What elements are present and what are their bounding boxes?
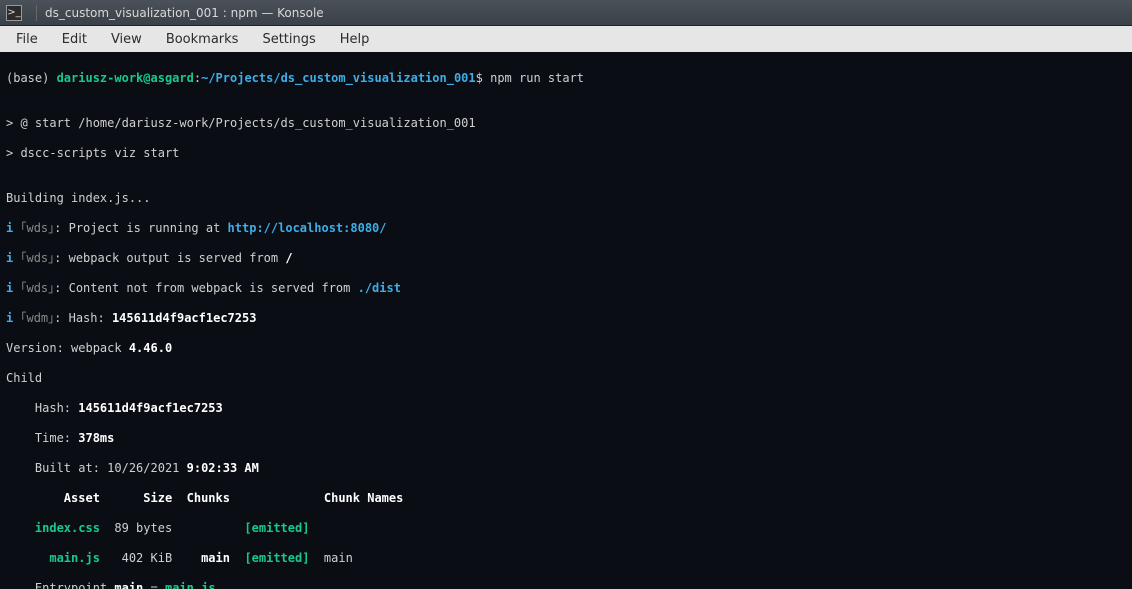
hash-line: i ｢wdm｣: Hash: 145611d4f9acf1ec7253: [6, 311, 1126, 326]
asset-row: index.css 89 bytes [emitted]: [6, 521, 1126, 536]
child-hash-line: Hash: 145611d4f9acf1ec7253: [6, 401, 1126, 416]
built-at-line: Built at: 10/26/2021 9:02:33 AM: [6, 461, 1126, 476]
asset-row: main.js 402 KiB main [emitted] main: [6, 551, 1126, 566]
prompt-line: (base) dariusz-work@asgard:~/Projects/ds…: [6, 71, 1126, 86]
menu-edit[interactable]: Edit: [50, 28, 99, 51]
menu-bar: File Edit View Bookmarks Settings Help: [0, 26, 1132, 52]
app-icon: >_: [6, 5, 22, 21]
window-title: ds_custom_visualization_001 : npm — Kons…: [45, 6, 324, 20]
menu-file[interactable]: File: [4, 28, 50, 51]
version-line: Version: webpack 4.46.0: [6, 341, 1126, 356]
building-line: Building index.js...: [6, 191, 1126, 206]
child-line: Child: [6, 371, 1126, 386]
menu-settings[interactable]: Settings: [250, 28, 327, 51]
terminal-output[interactable]: (base) dariusz-work@asgard:~/Projects/ds…: [0, 52, 1132, 589]
wds-line: i ｢wds｣: Content not from webpack is ser…: [6, 281, 1126, 296]
titlebar-separator: [36, 5, 37, 21]
npm-script-line: > @ start /home/dariusz-work/Projects/ds…: [6, 116, 1126, 131]
window-titlebar: >_ ds_custom_visualization_001 : npm — K…: [0, 0, 1132, 26]
wds-line: i ｢wds｣: Project is running at http://lo…: [6, 221, 1126, 236]
time-line: Time: 378ms: [6, 431, 1126, 446]
npm-script-line: > dscc-scripts viz start: [6, 146, 1126, 161]
menu-bookmarks[interactable]: Bookmarks: [154, 28, 251, 51]
wds-line: i ｢wds｣: webpack output is served from /: [6, 251, 1126, 266]
entrypoint-line: Entrypoint main = main.js: [6, 581, 1126, 589]
menu-view[interactable]: View: [99, 28, 154, 51]
table-header: Asset Size Chunks Chunk Names: [6, 491, 1126, 506]
menu-help[interactable]: Help: [328, 28, 382, 51]
